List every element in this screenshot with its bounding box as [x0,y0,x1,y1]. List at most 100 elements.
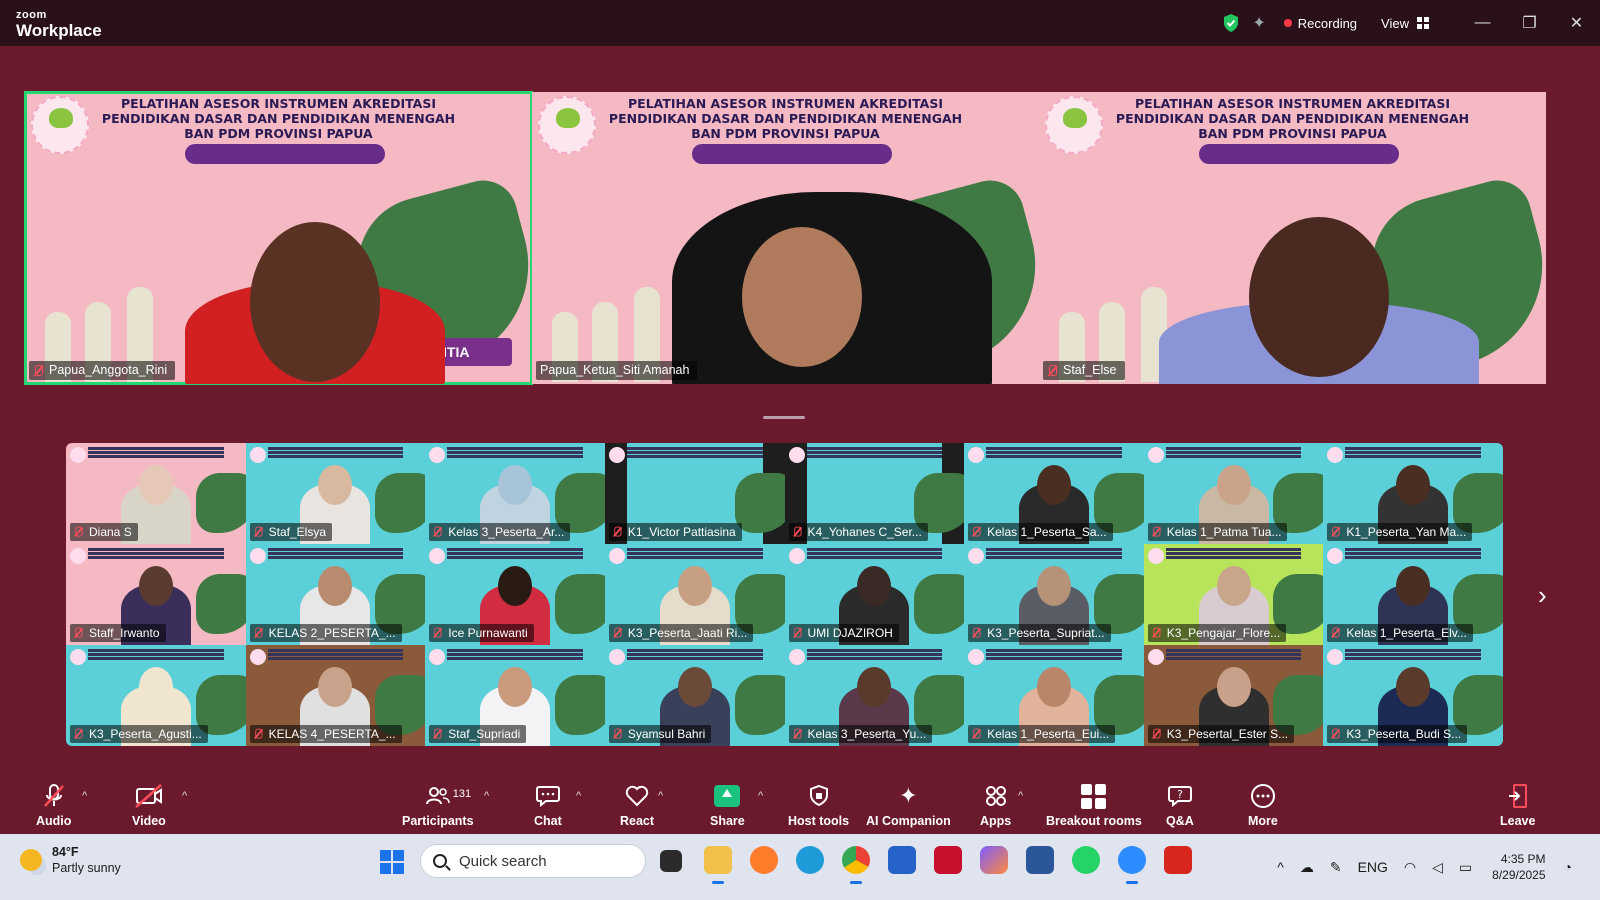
gallery-tile[interactable]: K1_Peserta_Yan Ma... [1323,443,1503,544]
gallery-tile[interactable]: Diana S [66,443,246,544]
gallery-tile[interactable]: K3_Pengajar_Flore... [1143,544,1324,645]
leave-button[interactable]: Leave [1500,782,1535,828]
leave-label: Leave [1500,814,1536,828]
zoom-taskbar-icon[interactable] [1118,846,1146,884]
copilot-icon[interactable] [980,846,1008,874]
acrobat-icon[interactable] [1164,846,1192,874]
language-indicator[interactable]: ENG [1358,859,1388,875]
participant-face [498,566,533,606]
gallery-tile[interactable]: Staf_Elsya [245,443,426,544]
chrome-icon[interactable] [842,846,870,884]
video-off-icon [134,782,164,810]
file-explorer-icon[interactable] [704,846,732,884]
gallery-tile[interactable]: K4_Yohanes C_Ser... [784,443,965,544]
participants-count: 131 [452,788,472,800]
speaker-tile-3[interactable]: PELATIHAN ASESOR INSTRUMEN AKREDITASI PEN… [1039,92,1546,384]
breakout-rooms-button[interactable]: Breakout rooms [1046,782,1142,828]
gallery-tile[interactable]: Kelas 3_Peserta_Ar... [425,443,605,544]
recording-indicator[interactable]: Recording [1283,16,1357,31]
gallery-tile[interactable]: Kelas 1_Peserta_Elv... [1323,544,1503,645]
ai-sparkle-icon[interactable]: ✦ [1252,13,1265,33]
audio-options-caret-icon[interactable]: ^ [82,790,87,802]
participant-face [1396,566,1431,606]
resize-handle[interactable] [763,416,805,419]
speaker-tile-2[interactable]: PELATIHAN ASESOR INSTRUMEN AKREDITASI PEN… [532,92,1039,384]
banner-strip [66,647,246,669]
edge-icon[interactable] [796,846,824,874]
show-hidden-icons-chevron-icon[interactable]: ^ [1277,859,1284,875]
participant-name-label: Ice Purnawanti [429,624,534,642]
chat-button[interactable]: Chat [534,782,562,828]
mic-muted-icon [74,526,83,538]
video-button[interactable]: Video [132,782,166,828]
gallery-tile[interactable]: Kelas 3_Peserta_Yu... [784,645,965,746]
wifi-icon[interactable]: ◠ [1404,859,1416,876]
close-button[interactable]: ✕ [1553,0,1600,46]
gallery-tile[interactable]: K3_Peserta_Agusti... [66,645,246,746]
view-button[interactable]: View [1381,16,1429,31]
windows-start-icon[interactable] [380,850,404,874]
next-page-chevron-icon[interactable]: › [1538,580,1547,611]
gallery-tile[interactable]: Kelas 1_Peserta_Sa... [964,443,1144,544]
onedrive-icon[interactable]: ☁ [1300,859,1314,876]
ban-pdm-logo [1147,548,1164,564]
chat-options-caret-icon[interactable]: ^ [576,790,581,802]
gallery-tile[interactable]: Staf_Supriadi [425,645,605,746]
banner-title: PELATIHAN ASESOR INSTRUMEN AKREDITASI PEN… [1115,96,1470,141]
ai-companion-button[interactable]: ✦ AI Companion [866,782,951,828]
firefox-icon[interactable] [750,846,778,874]
gallery-tile[interactable]: K3_Peserta_Jaati Ri... [604,544,785,645]
gallery-tile[interactable]: KELAS 2_PESERTA_... [245,544,426,645]
restore-button[interactable]: ❐ [1506,0,1553,46]
word-icon[interactable] [1026,846,1054,874]
gallery-tile[interactable]: K3_Peserta_Budi S... [1323,645,1503,746]
host-tools-button[interactable]: Host tools [788,782,849,828]
participant-name-label: Syamsul Bahri [608,725,712,743]
participants-options-caret-icon[interactable]: ^ [484,790,489,802]
gallery-tile[interactable]: UMI DJAZIROH [784,544,965,645]
participant-name-label: K1_Peserta_Yan Ma... [1327,523,1473,541]
gallery-tile[interactable]: Staff_Irwanto [66,544,246,645]
apps-button[interactable]: Apps [980,782,1011,828]
banner-strip [605,445,785,467]
notification-bell-icon[interactable]: ◔ [1564,859,1572,875]
store-icon[interactable] [888,846,916,874]
battery-icon[interactable]: ▭ [1459,859,1472,876]
gallery-tile[interactable]: Syamsul Bahri [604,645,785,746]
speaker-tile-1[interactable]: PELATIHAN ASESOR INSTRUMEN AKREDITASI PEN… [24,91,533,385]
react-options-caret-icon[interactable]: ^ [658,790,663,802]
participant-face [1396,667,1431,707]
participant-name-label: Kelas 3_Peserta_Ar... [429,523,571,541]
encryption-shield-icon[interactable] [1222,13,1240,33]
taskbar-search-input[interactable]: Quick search [420,844,646,878]
participants-button[interactable]: 131 Participants [402,782,474,828]
gallery-tile[interactable]: Ice Purnawanti [425,544,605,645]
gallery-tile[interactable]: Kelas 1_Patma Tua... [1143,443,1324,544]
apps-options-caret-icon[interactable]: ^ [1018,790,1023,802]
react-button[interactable]: React [620,782,654,828]
more-button[interactable]: More [1248,782,1278,828]
ban-pdm-logo [70,447,86,463]
video-options-caret-icon[interactable]: ^ [182,790,187,802]
share-button[interactable]: Share [710,782,745,828]
gallery-tile[interactable]: K3_Pesertal_Ester S... [1143,645,1324,746]
clock[interactable]: 4:35 PM 8/29/2025 [1492,851,1545,883]
gallery-tile[interactable]: Kelas 1_Peserta_Eui... [964,645,1144,746]
weather-widget[interactable]: 84°F Partly sunny [20,844,121,876]
share-options-caret-icon[interactable]: ^ [758,790,763,802]
minimize-button[interactable]: — [1459,0,1506,46]
gallery-tile[interactable]: KELAS 4_PESERTA_... [245,645,426,746]
qa-button[interactable]: ? Q&A [1166,782,1194,828]
mcafee-icon[interactable] [934,846,962,874]
pen-icon[interactable]: ✎ [1330,859,1342,876]
volume-icon[interactable]: ◁ [1432,859,1443,876]
audio-button[interactable]: Audio [36,782,71,828]
gallery-tile[interactable]: K3_Peserta_Supriat... [964,544,1144,645]
whatsapp-icon[interactable] [1072,846,1100,874]
brand-bottom: Workplace [16,21,102,40]
banner-strip [425,445,605,467]
task-view-icon[interactable] [660,850,682,872]
gallery-tile[interactable]: K1_Victor Pattiasina [604,443,785,544]
leave-door-icon [1506,782,1530,810]
participant-face [138,667,173,707]
